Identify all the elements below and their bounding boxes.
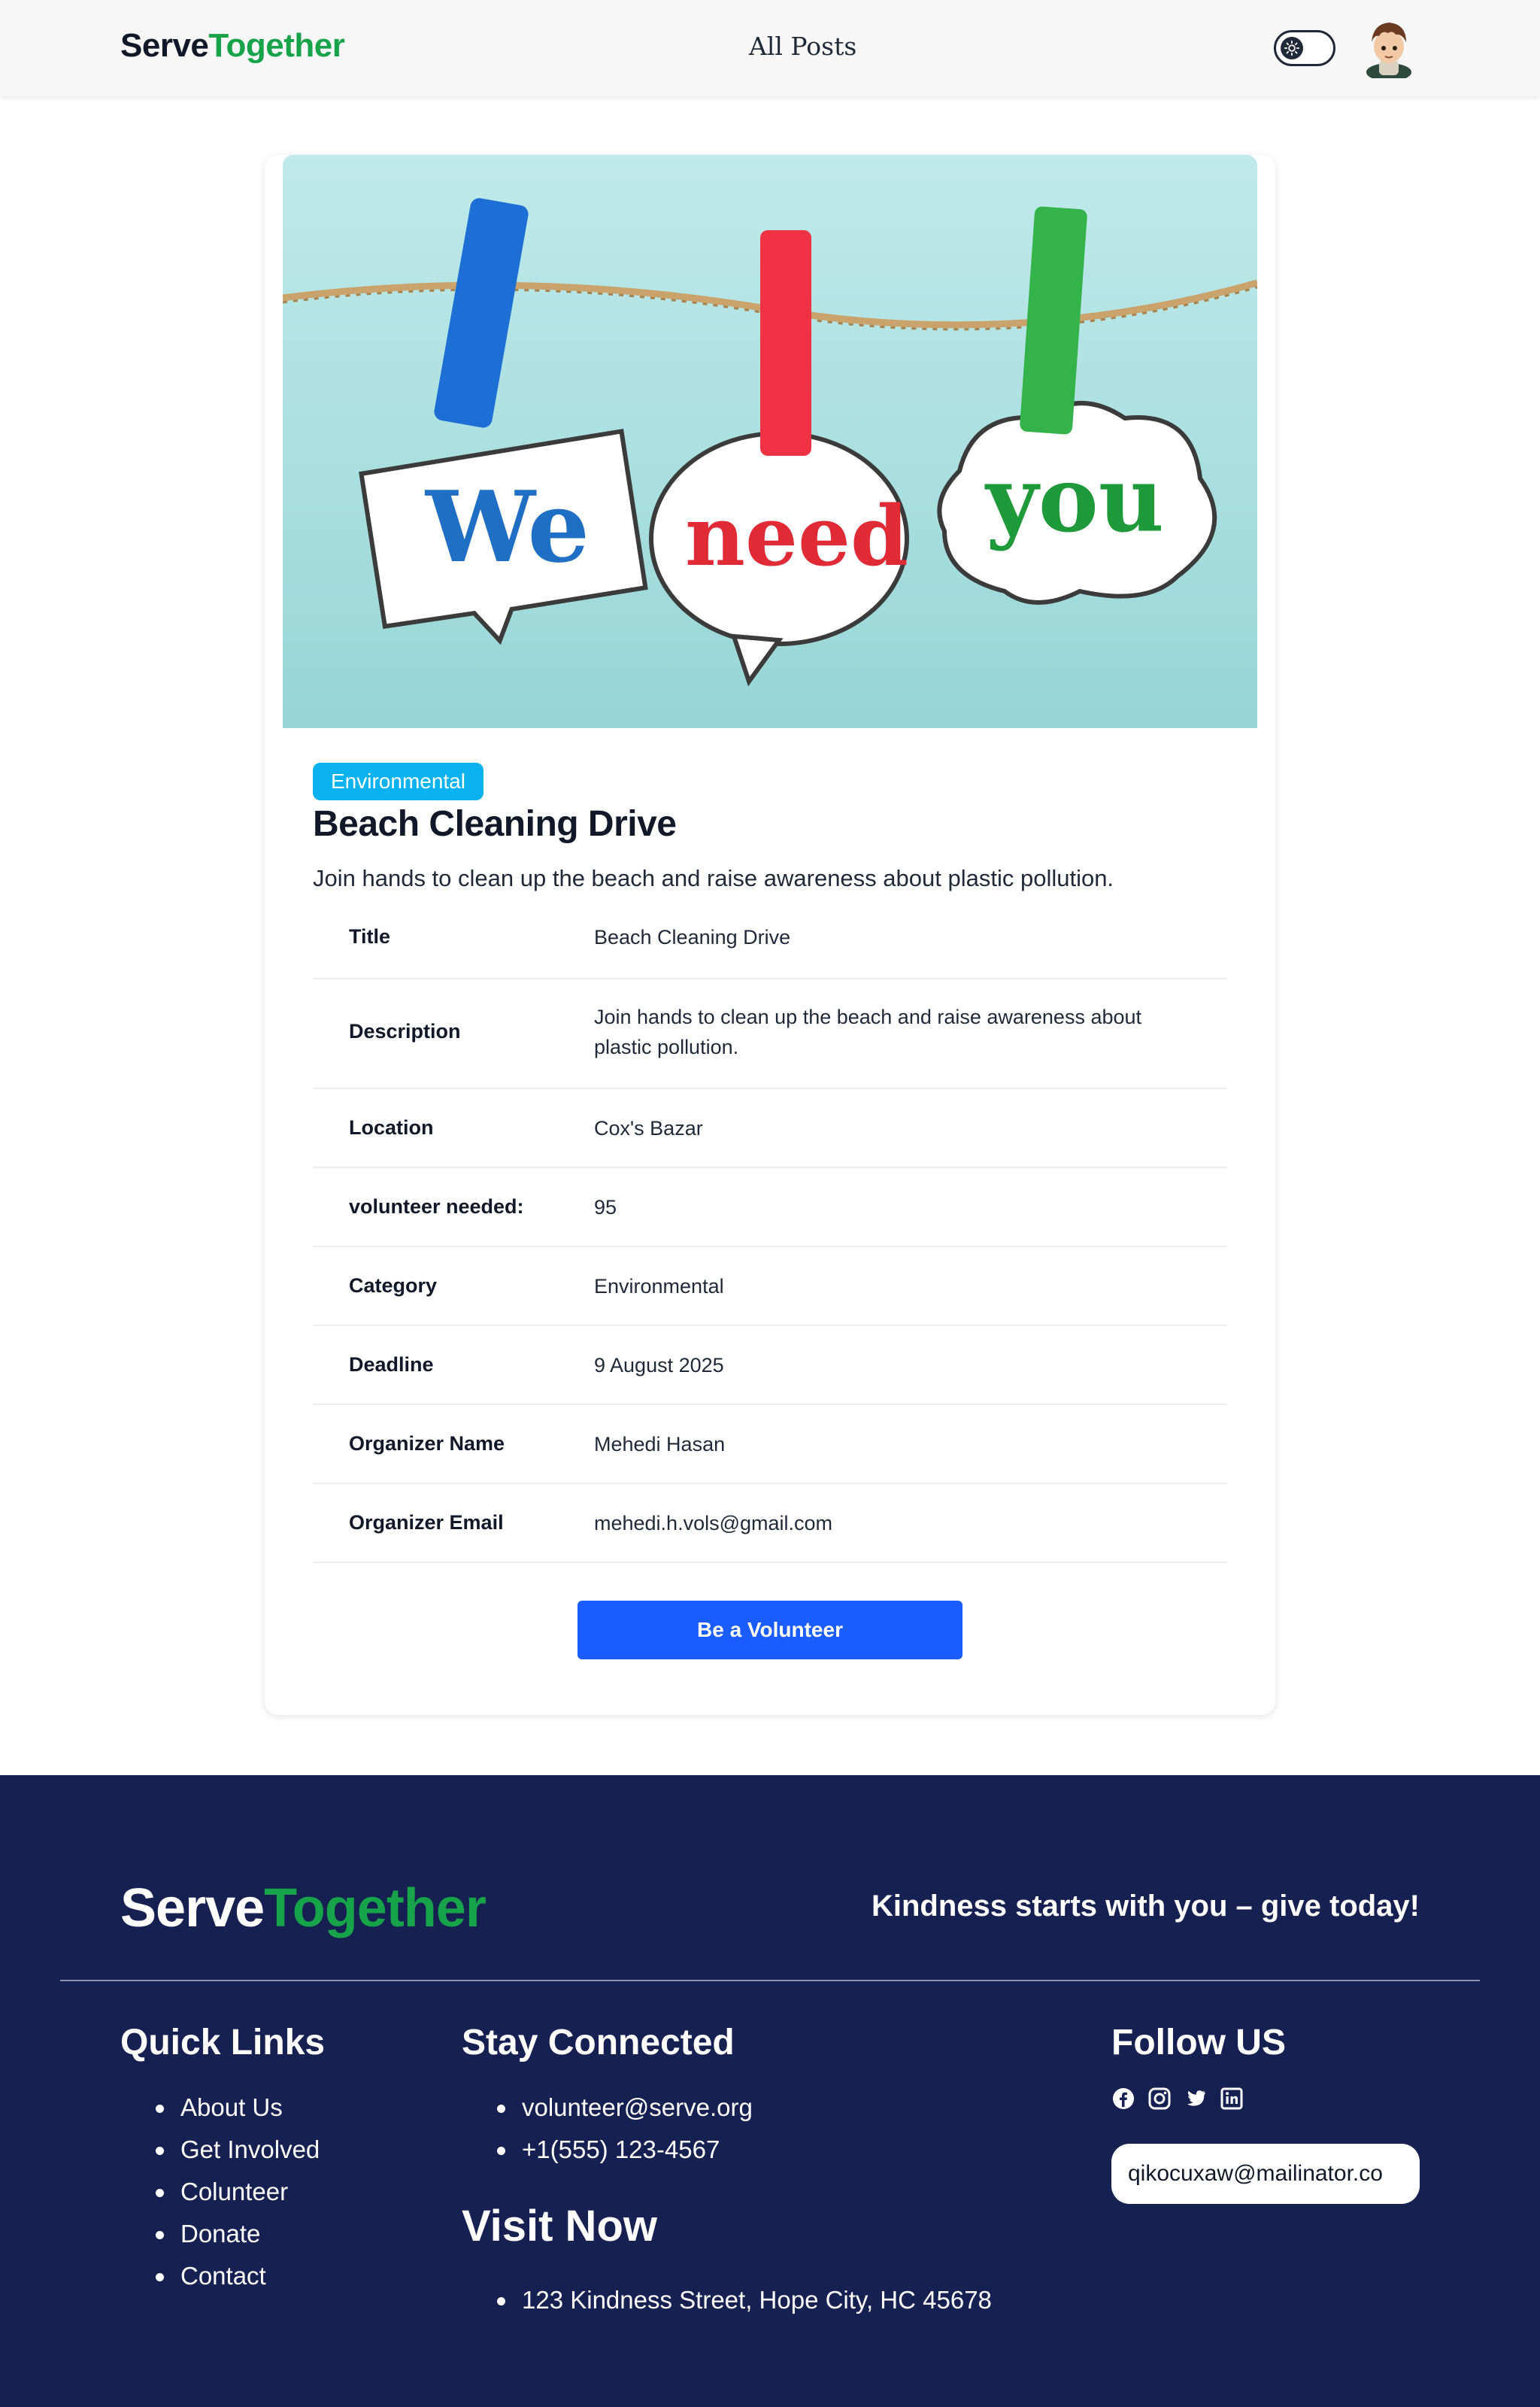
- address-text: 123 Kindness Street, Hope City, HC 45678: [462, 2279, 992, 2321]
- logo-part-serve: Serve: [120, 27, 209, 64]
- quick-links-list: About Us Get Involved Colunteer Donate C…: [120, 2087, 320, 2297]
- contact-phone: +1(555) 123-4567: [462, 2129, 753, 2171]
- quick-links-heading: Quick Links: [120, 2023, 326, 2062]
- quick-link-colunteer[interactable]: Colunteer: [180, 2178, 288, 2205]
- details-row: Description Join hands to clean up the b…: [313, 979, 1227, 1089]
- image-word-we: We: [424, 469, 590, 584]
- details-table: Title Beach Cleaning Drive Description J…: [313, 900, 1227, 1563]
- quick-link-donate[interactable]: Donate: [180, 2220, 260, 2248]
- post-details-card: We need you Environmental Beach Cleaning…: [265, 155, 1275, 1715]
- navbar: ServeTogether All Posts: [0, 0, 1540, 96]
- detail-value: Mehedi Hasan: [594, 1433, 726, 1455]
- details-row: Category Environmental: [313, 1247, 1227, 1326]
- post-image: We need you: [283, 155, 1257, 728]
- site-logo[interactable]: ServeTogether: [120, 27, 345, 65]
- detail-label: Organizer Email: [349, 1511, 504, 1534]
- user-avatar[interactable]: [1363, 17, 1415, 81]
- detail-label: volunteer needed:: [349, 1195, 524, 1218]
- sun-icon: [1281, 37, 1303, 59]
- linkedin-icon[interactable]: [1220, 2087, 1244, 2111]
- detail-value: Environmental: [594, 1275, 724, 1298]
- contact-list: volunteer@serve.org +1(555) 123-4567: [462, 2087, 753, 2171]
- detail-value: Cox's Bazar: [594, 1117, 703, 1140]
- detail-value: 95: [594, 1196, 617, 1219]
- details-row: Deadline 9 August 2025: [313, 1326, 1227, 1405]
- detail-value: 9 August 2025: [594, 1354, 724, 1377]
- facebook-icon[interactable]: [1111, 2087, 1135, 2111]
- instagram-icon[interactable]: [1147, 2087, 1172, 2111]
- detail-label: Title: [349, 925, 391, 948]
- twitter-icon[interactable]: [1184, 2087, 1208, 2111]
- logo-part-together: Together: [208, 27, 345, 64]
- follow-us-heading: Follow US: [1111, 2023, 1286, 2062]
- detail-label: Description: [349, 1020, 461, 1043]
- quick-link-about-us[interactable]: About Us: [180, 2093, 283, 2121]
- post-description: Join hands to clean up the beach and rai…: [313, 865, 1114, 891]
- details-row: Organizer Email mehedi.h.vols@gmail.com: [313, 1484, 1227, 1563]
- quick-link-get-involved[interactable]: Get Involved: [180, 2135, 320, 2163]
- address-list: 123 Kindness Street, Hope City, HC 45678: [462, 2279, 992, 2321]
- image-word-need: need: [685, 487, 908, 584]
- detail-label: Organizer Name: [349, 1432, 505, 1455]
- detail-value: Beach Cleaning Drive: [594, 926, 791, 949]
- footer-divider: [60, 1980, 1480, 1981]
- detail-label: Category: [349, 1274, 438, 1297]
- detail-label: Location: [349, 1116, 434, 1139]
- quick-link-item: Contact: [120, 2255, 320, 2297]
- footer-logo-together: Together: [264, 1878, 487, 1938]
- post-title: Beach Cleaning Drive: [313, 804, 677, 844]
- details-row: Title Beach Cleaning Drive: [313, 900, 1227, 979]
- image-word-you: you: [984, 447, 1164, 553]
- quick-link-contact[interactable]: Contact: [180, 2262, 266, 2290]
- quick-link-item: About Us: [120, 2087, 320, 2129]
- social-links: [1111, 2087, 1244, 2111]
- category-badge: Environmental: [313, 763, 484, 800]
- nav-all-posts-link[interactable]: All Posts: [749, 32, 856, 61]
- quick-link-item: Donate: [120, 2213, 320, 2255]
- theme-toggle[interactable]: [1274, 30, 1335, 66]
- footer-logo-serve: Serve: [120, 1878, 265, 1938]
- quick-link-item: Colunteer: [120, 2171, 320, 2213]
- stay-connected-heading: Stay Connected: [462, 2023, 735, 2062]
- detail-value: mehedi.h.vols@gmail.com: [594, 1512, 833, 1534]
- footer: ServeTogether Kindness starts with you –…: [0, 1775, 1540, 2407]
- footer-tagline: Kindness starts with you – give today!: [871, 1889, 1420, 1923]
- detail-label: Deadline: [349, 1353, 434, 1376]
- details-row: volunteer needed: 95: [313, 1168, 1227, 1247]
- newsletter-email-input[interactable]: [1111, 2144, 1420, 2204]
- quick-link-item: Get Involved: [120, 2129, 320, 2171]
- be-a-volunteer-button[interactable]: Be a Volunteer: [578, 1601, 962, 1659]
- detail-value: Join hands to clean up the beach and rai…: [594, 1006, 1142, 1058]
- footer-logo[interactable]: ServeTogether: [120, 1877, 487, 1939]
- contact-email: volunteer@serve.org: [462, 2087, 753, 2129]
- details-row: Organizer Name Mehedi Hasan: [313, 1405, 1227, 1484]
- details-row: Location Cox's Bazar: [313, 1089, 1227, 1168]
- visit-now-heading: Visit Now: [462, 2202, 657, 2251]
